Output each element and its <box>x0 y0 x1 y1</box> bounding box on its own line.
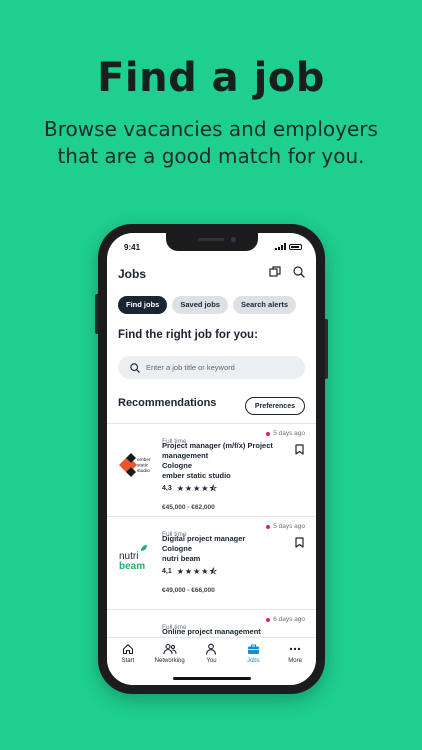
search-box[interactable] <box>118 356 305 379</box>
svg-text:studio: studio <box>137 468 150 474</box>
status-time: 9:41 <box>124 243 141 252</box>
job-posted: 5 days ago <box>266 430 305 437</box>
promo-subtitle: Browse vacancies and employers that are … <box>44 117 378 168</box>
job-salary: €45,000 - €62,000 <box>162 504 215 511</box>
tab-you[interactable]: You <box>191 643 231 664</box>
app-header: Jobs <box>118 265 305 283</box>
search-icon <box>130 362 140 373</box>
job-card[interactable]: ember static studio Full time 5 days ago… <box>107 423 316 516</box>
job-title[interactable]: Digital project manager <box>162 534 277 544</box>
tab-saved-jobs[interactable]: Saved jobs <box>172 296 228 314</box>
job-tabs: Find jobs Saved jobs Search alerts <box>118 296 297 314</box>
more-icon <box>289 647 301 651</box>
ember-static-studio-logo: ember static studio <box>117 446 155 484</box>
job-card[interactable]: nutri beam Full time 5 days ago Digital … <box>107 516 316 609</box>
search-icon[interactable] <box>293 266 305 278</box>
search-input[interactable] <box>146 363 286 372</box>
notch <box>166 233 258 251</box>
battery-icon <box>289 243 302 250</box>
bookmark-icon[interactable] <box>295 444 304 455</box>
new-dot-icon <box>266 524 271 529</box>
tab-jobs[interactable]: Jobs <box>233 643 273 664</box>
tab-more[interactable]: More <box>275 643 315 664</box>
person-icon <box>206 643 217 655</box>
tab-start[interactable]: Start <box>108 643 148 664</box>
promo-title: Find a job <box>97 55 325 101</box>
people-icon <box>163 643 177 655</box>
tab-networking[interactable]: Networking <box>150 643 190 664</box>
new-dot-icon <box>266 617 271 622</box>
rating-value: 4,3 <box>162 485 172 492</box>
search-heading: Find the right job for you: <box>118 329 258 341</box>
nutri-beam-logo: nutri beam <box>117 539 155 577</box>
job-title[interactable]: Project manager (m/f/x) Project manageme… <box>162 441 277 461</box>
compare-icon[interactable] <box>269 266 281 278</box>
rating-stars-icon: ★★★★⯪ <box>176 567 218 576</box>
rating-value: 4,1 <box>162 568 172 575</box>
job-company: nutri beam <box>162 554 201 563</box>
rating-stars-icon: ★★★★⯪ <box>176 484 218 493</box>
new-dot-icon <box>266 431 271 436</box>
phone-frame: 9:41 Jobs Find jobs Saved jobs Search al… <box>95 224 328 694</box>
bottom-tab-bar: Start Networking You Jobs More <box>107 637 316 685</box>
recommendations-heading: Recommendations <box>118 397 217 409</box>
svg-text:ember: ember <box>137 457 151 463</box>
tab-find-jobs[interactable]: Find jobs <box>118 296 168 314</box>
bookmark-icon[interactable] <box>295 537 304 548</box>
job-posted: 5 days ago <box>266 523 305 530</box>
svg-text:beam: beam <box>119 561 145 572</box>
job-salary: €49,000 - €66,000 <box>162 587 215 594</box>
preferences-button[interactable]: Preferences <box>244 397 305 415</box>
status-icons <box>275 243 302 250</box>
signal-icon <box>275 243 286 250</box>
briefcase-icon <box>247 644 259 654</box>
svg-text:static: static <box>137 463 149 469</box>
job-city: Cologne <box>162 544 192 553</box>
job-city: Cologne <box>162 461 192 470</box>
job-posted: 6 days ago <box>266 616 305 623</box>
tab-search-alerts[interactable]: Search alerts <box>232 296 297 314</box>
home-indicator[interactable] <box>173 677 251 680</box>
app-screen: 9:41 Jobs Find jobs Saved jobs Search al… <box>107 233 316 685</box>
job-company: ember static studio <box>162 471 231 480</box>
job-title[interactable]: Online project management <box>162 627 277 637</box>
home-icon <box>122 644 133 655</box>
